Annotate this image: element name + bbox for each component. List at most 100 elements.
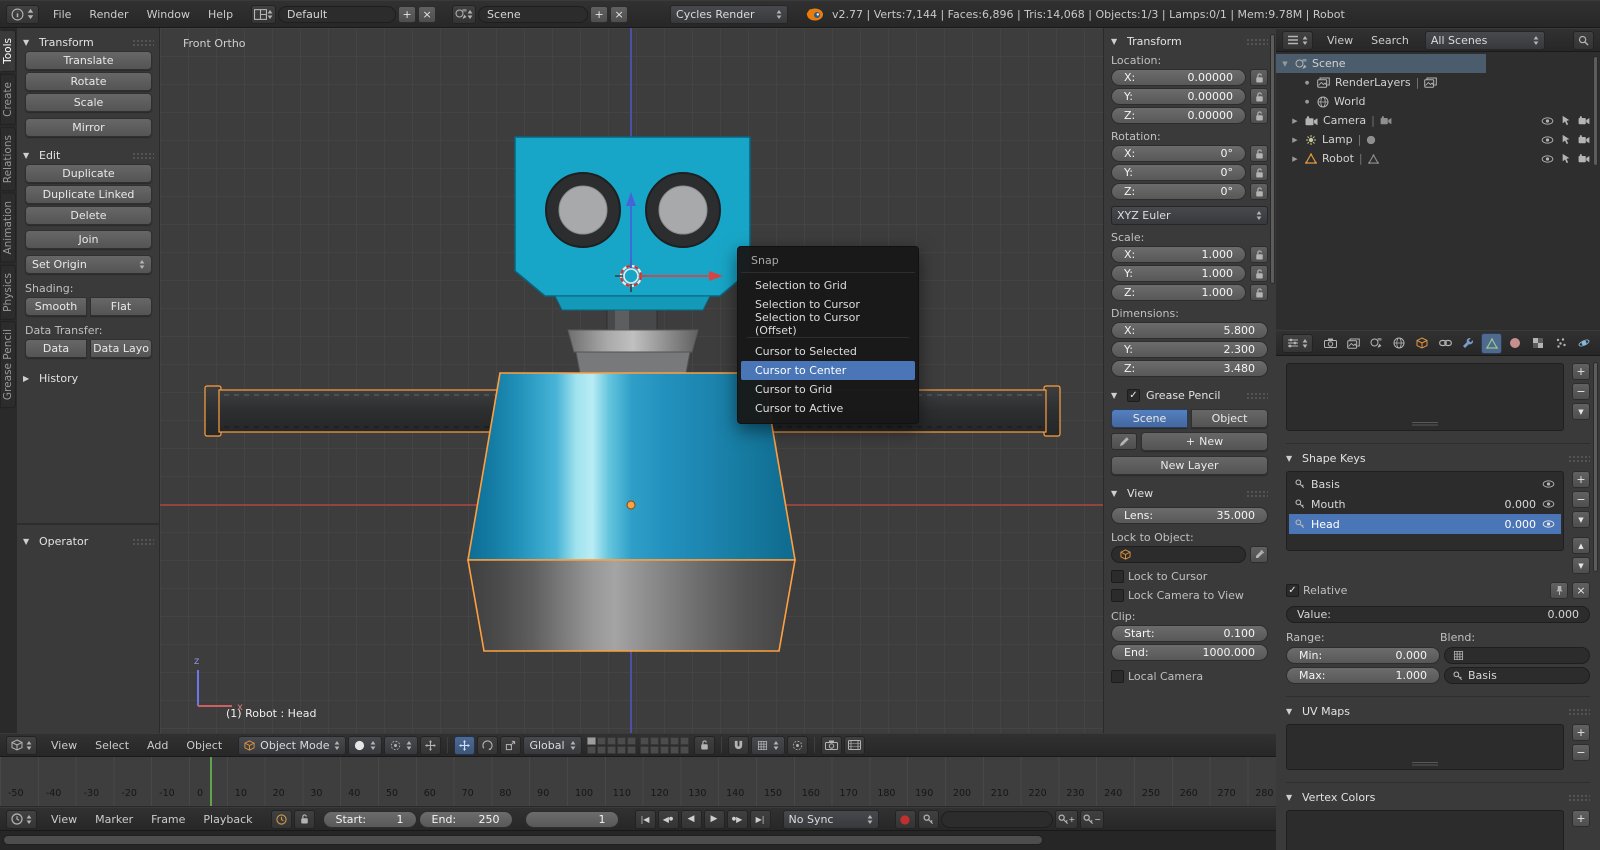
scene-name-field[interactable]: Scene [478, 6, 588, 23]
layer-cell[interactable] [597, 737, 606, 745]
frame-end-field[interactable]: End:250 [419, 811, 513, 828]
menu-file[interactable]: File [45, 5, 79, 24]
shape-key-specials-button[interactable]: ▼ [1572, 511, 1590, 528]
panel-header-shape-keys[interactable]: ▼ Shape Keys [1286, 443, 1590, 467]
selectable-icon[interactable] [1561, 115, 1571, 126]
range-min-field[interactable]: Min:0.000 [1286, 647, 1440, 664]
gp-new-layer-button[interactable]: New Layer [1111, 456, 1268, 475]
pivot-align-toggle[interactable] [420, 736, 441, 755]
lock-to-cursor-checkbox[interactable] [1111, 570, 1124, 583]
tab-material[interactable] [1505, 333, 1525, 354]
tree-row-camera[interactable]: ▶ Camera | [1276, 111, 1600, 130]
vertex-groups-list[interactable] [1286, 363, 1564, 431]
tab-render-layers[interactable] [1343, 333, 1363, 354]
layer-cell[interactable] [627, 746, 636, 754]
list-resize-handle[interactable] [1412, 422, 1438, 427]
panel-header-grease-pencil[interactable]: ▼✓Grease Pencil [1111, 387, 1268, 404]
panel-header-operator[interactable]: ▼Operator [23, 533, 154, 550]
layer-cell[interactable] [617, 746, 626, 754]
tree-row-world[interactable]: ● World [1276, 92, 1600, 111]
screen-layout-field[interactable]: Default [278, 6, 396, 23]
vertex-colors-list[interactable] [1286, 810, 1564, 850]
tool-tab-tools[interactable]: Tools [0, 30, 16, 72]
layer-cell[interactable] [680, 746, 689, 754]
layers-widget[interactable] [587, 737, 689, 754]
menu-render[interactable]: Render [81, 5, 136, 24]
scene-add-button[interactable]: + [590, 6, 608, 23]
mute-eye-icon[interactable] [1542, 520, 1555, 528]
use-preview-range-toggle[interactable] [271, 810, 292, 829]
outliner-scrollbar[interactable] [1593, 56, 1598, 166]
gp-new-button[interactable]: +New [1141, 432, 1268, 451]
editor-type-button[interactable] [6, 5, 39, 24]
duplicate-linked-button[interactable]: Duplicate Linked [25, 185, 152, 204]
clip-end-field[interactable]: End:1000.000 [1111, 644, 1268, 661]
timeline-scrollbar-thumb[interactable] [3, 835, 1043, 845]
tab-world[interactable] [1389, 333, 1409, 354]
hide-eye-icon[interactable] [1541, 136, 1554, 144]
scale-button[interactable]: Scale [25, 93, 152, 112]
lock-to-object-field[interactable] [1111, 546, 1246, 563]
timeline-ruler[interactable]: -50-40-30-20-100102030405060708090100110… [0, 757, 1276, 807]
scale-z-field[interactable]: Z:1.000 [1111, 284, 1246, 301]
list-resize-handle[interactable] [1412, 762, 1438, 767]
layer-cell[interactable] [607, 746, 616, 754]
dimension-y-field[interactable]: Y:2.300 [1111, 341, 1268, 358]
play-reverse-button[interactable]: ◀ [681, 810, 702, 829]
tool-tab-relations[interactable]: Relations [0, 127, 16, 191]
eyedropper-button[interactable] [1250, 546, 1268, 563]
editor-type-button[interactable] [1282, 334, 1313, 353]
shape-key-row-head[interactable]: Head 0.000 [1289, 514, 1561, 534]
set-origin-dropdown[interactable]: Set Origin [25, 255, 152, 274]
shape-key-row-mouth[interactable]: Mouth 0.000 [1289, 494, 1561, 514]
menu-view[interactable]: View [43, 736, 85, 755]
tab-object-data[interactable] [1481, 333, 1501, 354]
layer-cell[interactable] [640, 746, 649, 754]
manipulator-rotate-toggle[interactable] [477, 736, 498, 755]
audio-sync-dropdown[interactable]: No Sync [783, 810, 879, 829]
local-camera-checkbox[interactable] [1111, 670, 1124, 683]
lock-rotation-y-button[interactable] [1250, 164, 1268, 181]
viewport-canvas[interactable]: Front Ortho (1) Robot : Head z x Snap Se… [160, 28, 1103, 733]
insert-keyframe-button[interactable]: + [1055, 810, 1079, 829]
layer-cell[interactable] [650, 737, 659, 745]
delete-keyframe-button[interactable]: − [1080, 810, 1104, 829]
current-frame-playhead[interactable] [210, 757, 212, 807]
vertex-color-add-button[interactable]: + [1572, 810, 1590, 827]
mirror-button[interactable]: Mirror [25, 118, 152, 137]
menu-window[interactable]: Window [139, 5, 198, 24]
panel-header-uv-maps[interactable]: ▼ UV Maps [1286, 696, 1590, 720]
manipulator-translate-toggle[interactable] [454, 736, 475, 755]
opengl-render-image-button[interactable] [821, 736, 842, 755]
scale-y-field[interactable]: Y:1.000 [1111, 265, 1246, 282]
layer-cell[interactable] [670, 737, 679, 745]
vgroup-add-button[interactable]: + [1572, 363, 1590, 380]
vgroup-specials-button[interactable]: ▼ [1572, 403, 1590, 420]
layers-group-2[interactable] [640, 737, 689, 754]
layer-cell[interactable] [650, 746, 659, 754]
layer-cell[interactable] [587, 746, 596, 754]
tool-tab-create[interactable]: Create [0, 74, 16, 125]
mute-eye-icon[interactable] [1542, 500, 1555, 508]
menu-item-cursor-to-center[interactable]: Cursor to Center [741, 361, 915, 380]
dimension-x-field[interactable]: X:5.800 [1111, 322, 1268, 339]
layer-cell[interactable] [670, 746, 679, 754]
tool-tab-physics[interactable]: Physics [0, 265, 16, 320]
layer-cell[interactable] [587, 737, 596, 745]
panel-header-history[interactable]: ▶History [23, 370, 154, 387]
lock-scale-y-button[interactable] [1250, 265, 1268, 282]
tab-particles[interactable] [1551, 333, 1571, 354]
jump-next-keyframe-button[interactable]: ●▶ [727, 810, 748, 829]
lock-location-z-button[interactable] [1250, 107, 1268, 124]
shade-smooth-button[interactable]: Smooth [25, 297, 87, 316]
snap-toggle[interactable] [728, 736, 749, 755]
pivot-point-dropdown[interactable] [384, 736, 418, 755]
tab-object[interactable] [1412, 333, 1432, 354]
selectable-icon[interactable] [1561, 134, 1571, 145]
panel-header-transform[interactable]: ▼Transform [1111, 33, 1268, 50]
frame-start-field[interactable]: Start:1 [323, 811, 417, 828]
shape-key-move-up-button[interactable]: ▲ [1572, 537, 1590, 554]
render-restrict-icon[interactable] [1578, 135, 1590, 144]
rotation-y-field[interactable]: Y:0° [1111, 164, 1246, 181]
menu-item-cursor-to-grid[interactable]: Cursor to Grid [741, 380, 915, 399]
